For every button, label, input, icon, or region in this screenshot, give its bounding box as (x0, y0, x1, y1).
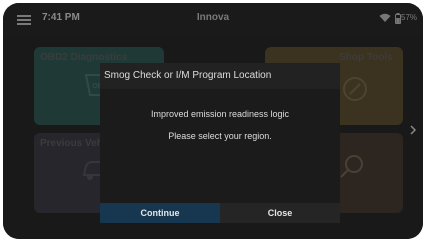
status-bar: 7:41 PM Innova 57% (3, 3, 423, 35)
dialog-header: Smog Check or I/M Program Location (100, 63, 340, 89)
dialog-prompt: Please select your region. (168, 131, 272, 141)
search-help-icon (340, 155, 363, 178)
hamburger-menu-icon[interactable] (17, 15, 31, 25)
app-title: Innova (196, 12, 230, 23)
dialog-message: Improved emission readiness logic (150, 109, 290, 119)
status-time: 7:41 PM (42, 12, 80, 23)
tools-icon (343, 77, 367, 101)
chevron-right-icon[interactable] (409, 125, 417, 135)
wifi-icon (379, 13, 391, 22)
region-dialog: Smog Check or I/M Program Location Impro… (100, 63, 340, 223)
close-button[interactable]: Close (220, 203, 340, 223)
dialog-title: Smog Check or I/M Program Location (104, 70, 272, 81)
device-screen: 7:41 PM Innova 57% OBD2 Diagnostics OBD … (3, 3, 423, 239)
tile-shop-tools-label: Shop Tools (339, 52, 393, 63)
battery-level: 57% (401, 13, 418, 22)
tile-obd2-label: OBD2 Diagnostics (40, 52, 128, 63)
continue-button[interactable]: Continue (100, 203, 220, 223)
